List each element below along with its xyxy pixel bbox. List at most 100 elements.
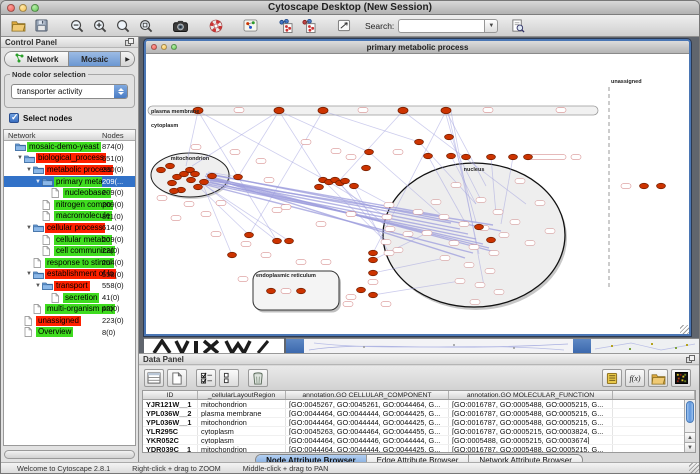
graph-node[interactable] xyxy=(441,107,451,113)
node-label-chip[interactable] xyxy=(439,215,449,220)
graph-node[interactable] xyxy=(475,224,484,229)
graph-node[interactable] xyxy=(170,188,179,193)
scroll-down-arrow[interactable]: ▼ xyxy=(685,442,695,452)
import-attributes-icon[interactable] xyxy=(648,369,668,387)
table-cell[interactable]: [GO:0016787, GO:0005488, GO:0005215, G..… xyxy=(449,418,613,426)
graph-node[interactable] xyxy=(315,184,324,189)
node-label-chip[interactable] xyxy=(281,205,291,210)
table-row[interactable]: YLR295Ccytoplasm[GO:0045263, GO:0044464,… xyxy=(143,427,695,436)
table-cell[interactable]: [GO:0045267, GO:0045261, GO:0044464, G..… xyxy=(286,400,449,408)
tree-row[interactable]: ▼primary metabo209(... xyxy=(4,176,135,188)
node-label-chip[interactable] xyxy=(241,242,251,247)
graph-node[interactable] xyxy=(357,287,366,292)
layout-copy-blue-icon[interactable] xyxy=(274,16,297,35)
table-cell[interactable]: [GO:0044464, GO:0044444, GO:0044425, G..… xyxy=(286,409,449,417)
tree-row[interactable]: ▼metabolic process280(0) xyxy=(4,164,135,176)
graph-node[interactable] xyxy=(187,177,196,182)
node-label-chip[interactable] xyxy=(346,212,356,217)
node-label-chip[interactable] xyxy=(493,210,503,215)
node-label-chip[interactable] xyxy=(358,108,368,113)
node-color-dropdown[interactable]: transporter activity xyxy=(11,84,128,99)
background-window-sliver[interactable] xyxy=(591,338,699,353)
tree-row[interactable]: ▼cellular process614(0) xyxy=(4,222,135,234)
tree-row[interactable]: macromolecule311(0) xyxy=(4,211,135,223)
graph-node[interactable] xyxy=(447,153,456,158)
expand-arrow-icon[interactable]: ▼ xyxy=(16,155,24,161)
table-cell[interactable]: YJR121W__1 xyxy=(143,400,198,408)
expand-arrow-icon[interactable]: ▼ xyxy=(34,179,42,185)
node-label-chip[interactable] xyxy=(381,302,391,307)
table-cell[interactable]: [GO:0044464, GO:0044444, GO:0044425, G..… xyxy=(286,445,449,453)
tree-row[interactable]: mosaic-demo-yeast874(0) xyxy=(4,141,135,153)
attribute-table[interactable]: ID_cellularLayoutRegionannotation.GO CEL… xyxy=(142,390,696,453)
node-label-chip[interactable] xyxy=(184,202,194,207)
table-cell[interactable]: plasma membrane xyxy=(198,409,286,417)
node-label-chip[interactable] xyxy=(393,150,403,155)
node-label-chip[interactable] xyxy=(321,260,331,265)
graph-node[interactable] xyxy=(200,179,209,184)
graph-node[interactable] xyxy=(424,153,433,158)
node-label-chip[interactable] xyxy=(343,302,353,307)
node-label-chip[interactable] xyxy=(256,159,266,164)
node-label-chip[interactable] xyxy=(464,263,474,268)
node-label-chip[interactable] xyxy=(571,155,581,160)
node-label-chip[interactable] xyxy=(264,178,274,183)
graph-node[interactable] xyxy=(228,252,237,257)
node-label-chip[interactable] xyxy=(476,198,486,203)
overview-window-sliver[interactable] xyxy=(144,338,284,353)
table-cell[interactable]: cytoplasm xyxy=(198,427,286,435)
graph-node[interactable] xyxy=(365,149,374,154)
node-label-chip[interactable] xyxy=(346,295,356,300)
graph-node[interactable] xyxy=(341,178,350,183)
table-cell[interactable]: cytoplasm xyxy=(198,436,286,444)
table-cell[interactable]: YPL036W__1 xyxy=(143,418,198,426)
tree-row[interactable]: multi-organism pro42(0) xyxy=(4,303,135,315)
network-overlay-icon[interactable] xyxy=(239,16,262,35)
node-label-chip[interactable] xyxy=(346,155,356,160)
node-label-chip[interactable] xyxy=(545,229,555,234)
graph-node[interactable] xyxy=(208,173,217,178)
node-label-chip[interactable] xyxy=(272,208,282,213)
graph-edge[interactable] xyxy=(238,111,279,177)
graph-node[interactable] xyxy=(487,237,496,242)
graph-node[interactable] xyxy=(445,134,454,139)
function-builder-icon[interactable]: f(x) xyxy=(625,369,645,387)
node-label-chip[interactable] xyxy=(483,108,493,113)
tree-column-header[interactable]: Network Nodes xyxy=(4,130,135,141)
tree-row[interactable]: secretion41(0) xyxy=(4,292,135,304)
column-header[interactable]: annotation.GO CELLULAR_COMPONENT xyxy=(286,391,449,399)
node-label-chip[interactable] xyxy=(510,220,520,225)
zoom-in-icon[interactable] xyxy=(88,16,111,35)
node-label-chip[interactable] xyxy=(382,215,392,220)
background-windows[interactable] xyxy=(139,338,699,353)
table-cell[interactable]: [GO:0044464, GO:0044444, GO:0044425, G..… xyxy=(286,418,449,426)
node-label-chip[interactable] xyxy=(485,269,495,274)
tree-row[interactable]: ▼biological_process651(0) xyxy=(4,153,135,165)
node-label-chip[interactable] xyxy=(525,241,535,246)
region-plasma-membrane[interactable] xyxy=(148,106,598,115)
doc-search-icon[interactable] xyxy=(506,16,529,35)
graph-node[interactable] xyxy=(166,163,175,168)
table-cell[interactable]: [GO:0016787, GO:0005488, GO:0005215, G..… xyxy=(449,400,613,408)
node-label-chip[interactable] xyxy=(494,290,504,295)
node-label-chip[interactable] xyxy=(211,232,221,237)
graph-node[interactable] xyxy=(362,165,371,170)
graph-node[interactable] xyxy=(415,139,424,144)
background-window-edge[interactable] xyxy=(573,338,591,353)
expand-arrow-icon[interactable]: ▼ xyxy=(34,283,42,289)
graph-node[interactable] xyxy=(318,107,328,113)
background-window-edge[interactable] xyxy=(286,338,304,353)
network-view-window[interactable]: primary metabolic process plasma membran… xyxy=(144,39,691,336)
column-header[interactable]: annotation.GO MOLECULAR_FUNCTION xyxy=(449,391,613,399)
node-label-chip[interactable] xyxy=(413,210,423,215)
tree-row[interactable]: nitrogen compo209(0) xyxy=(4,199,135,211)
graph-node[interactable] xyxy=(267,288,276,293)
node-label-chip[interactable] xyxy=(470,300,480,305)
graph-node[interactable] xyxy=(657,183,666,188)
table-row[interactable]: YPL036W__1mitochondrion[GO:0044464, GO:0… xyxy=(143,418,695,427)
node-label-chip[interactable] xyxy=(238,277,248,282)
node-label-chip[interactable] xyxy=(230,150,240,155)
float-panel-icon[interactable] xyxy=(125,33,134,51)
node-label-chip[interactable] xyxy=(459,222,469,227)
table-cell[interactable]: YDR039C__1 xyxy=(143,445,198,453)
